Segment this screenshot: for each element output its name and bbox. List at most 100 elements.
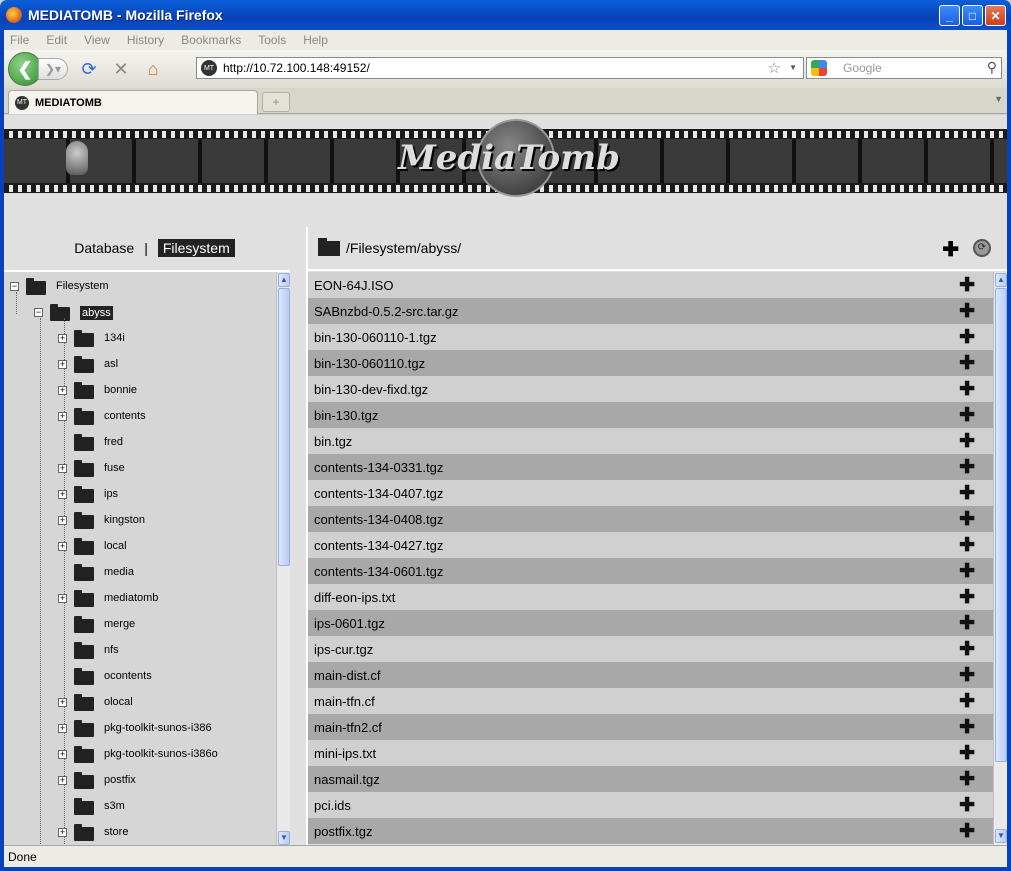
search-bar[interactable]: Google ⚲ (806, 57, 1002, 79)
file-row[interactable]: main-tfn2.cf ✚ (308, 714, 993, 740)
file-row[interactable]: bin-130-dev-fixd.tgz ✚ (308, 376, 993, 402)
expand-toggle-icon[interactable]: + (58, 360, 67, 369)
tree-node[interactable]: + fuse (4, 460, 274, 478)
add-item-icon[interactable]: ✚ (959, 326, 975, 349)
file-scroll-down-icon[interactable]: ▼ (995, 829, 1007, 843)
expand-toggle-icon[interactable]: + (58, 776, 67, 785)
file-scroll-thumb[interactable] (995, 288, 1007, 762)
add-item-icon[interactable]: ✚ (959, 690, 975, 713)
file-row[interactable]: bin-130-060110-1.tgz ✚ (308, 324, 993, 350)
add-item-icon[interactable]: ✚ (959, 586, 975, 609)
add-item-icon[interactable]: ✚ (959, 768, 975, 791)
tree-node[interactable]: + pkg-toolkit-sunos-i386 (4, 720, 274, 738)
tree-node[interactable]: + local (4, 538, 274, 556)
file-row[interactable]: contents-134-0407.tgz ✚ (308, 480, 993, 506)
add-item-icon[interactable]: ✚ (959, 534, 975, 557)
menu-bookmarks[interactable]: Bookmarks (181, 33, 241, 47)
database-view-link[interactable]: Database (74, 240, 134, 256)
menu-help[interactable]: Help (303, 33, 328, 47)
stop-button[interactable]: ✕ (110, 58, 132, 80)
new-tab-button[interactable]: + (262, 92, 290, 112)
url-bar[interactable]: MT http://10.72.100.148:49152/ ☆ ▼ (196, 57, 804, 79)
file-scrollbar[interactable]: ▲ ▼ (993, 272, 1007, 845)
bookmark-star-icon[interactable]: ☆ (768, 59, 781, 77)
tree-node[interactable]: − abyss (4, 304, 274, 322)
file-row[interactable]: mini-ips.txt ✚ (308, 740, 993, 766)
add-item-icon[interactable]: ✚ (959, 274, 975, 297)
filesystem-view-link[interactable]: Filesystem (157, 239, 235, 257)
add-item-icon[interactable]: ✚ (959, 638, 975, 661)
tree-node[interactable]: + store (4, 824, 274, 842)
tree-scroll-thumb[interactable] (278, 288, 290, 566)
expand-toggle-icon[interactable]: + (58, 464, 67, 473)
tab-list-icon[interactable]: ▼ (994, 94, 1003, 104)
file-row[interactable]: contents-134-0601.tgz ✚ (308, 558, 993, 584)
tree-node[interactable]: + bonnie (4, 382, 274, 400)
expand-toggle-icon[interactable]: + (58, 490, 67, 499)
file-row[interactable]: main-tfn.cf ✚ (308, 688, 993, 714)
file-row[interactable]: pci.ids ✚ (308, 792, 993, 818)
add-item-icon[interactable]: ✚ (959, 378, 975, 401)
tree-node[interactable]: + asl (4, 356, 274, 374)
home-button[interactable]: ⌂ (142, 58, 164, 80)
tree-node[interactable]: s3m (4, 798, 274, 816)
expand-toggle-icon[interactable]: − (34, 308, 43, 317)
tree-node[interactable]: + ips (4, 486, 274, 504)
tree-node[interactable]: nfs (4, 642, 274, 660)
add-item-icon[interactable]: ✚ (959, 456, 975, 479)
forward-button[interactable]: ❯▾ (38, 58, 68, 80)
expand-toggle-icon[interactable]: + (58, 542, 67, 551)
add-item-icon[interactable]: ✚ (959, 430, 975, 453)
maximize-button[interactable]: □ (962, 5, 983, 26)
tree-node[interactable]: + kingston (4, 512, 274, 530)
expand-toggle-icon[interactable]: + (58, 724, 67, 733)
file-row[interactable]: bin-130-060110.tgz ✚ (308, 350, 993, 376)
file-row[interactable]: bin-130.tgz ✚ (308, 402, 993, 428)
expand-toggle-icon[interactable]: + (58, 386, 67, 395)
menu-history[interactable]: History (127, 33, 164, 47)
expand-toggle-icon[interactable]: + (58, 828, 67, 837)
file-row[interactable]: postfix.tgz ✚ (308, 818, 993, 844)
reload-button[interactable]: ⟳ (78, 58, 100, 80)
tree-node[interactable]: media (4, 564, 274, 582)
expand-toggle-icon[interactable]: + (58, 594, 67, 603)
add-item-icon[interactable]: ✚ (959, 716, 975, 739)
file-row[interactable]: bin.tgz ✚ (308, 428, 993, 454)
tree-node[interactable]: ocontents (4, 668, 274, 686)
expand-toggle-icon[interactable]: + (58, 412, 67, 421)
add-item-icon[interactable]: ✚ (959, 508, 975, 531)
menu-file[interactable]: File (10, 33, 29, 47)
add-item-icon[interactable]: ✚ (959, 352, 975, 375)
tree-node[interactable]: + olocal (4, 694, 274, 712)
add-autoscan-icon[interactable]: ⟳ (973, 239, 991, 257)
add-item-icon[interactable]: ✚ (959, 742, 975, 765)
back-button[interactable]: ❮ (8, 52, 42, 86)
file-row[interactable]: ips-0601.tgz ✚ (308, 610, 993, 636)
file-row[interactable]: main-dist.cf ✚ (308, 662, 993, 688)
tree-node[interactable]: + contents (4, 408, 274, 426)
menu-edit[interactable]: Edit (46, 33, 67, 47)
tree-scrollbar[interactable]: ▲ ▼ (276, 272, 290, 845)
add-item-icon[interactable]: ✚ (959, 482, 975, 505)
minimize-button[interactable]: _ (939, 5, 960, 26)
file-row[interactable]: contents-134-0408.tgz ✚ (308, 506, 993, 532)
file-row[interactable]: contents-134-0427.tgz ✚ (308, 532, 993, 558)
tree-node[interactable]: + postfix (4, 772, 274, 790)
add-item-icon[interactable]: ✚ (959, 300, 975, 323)
url-dropdown-icon[interactable]: ▼ (789, 63, 797, 72)
tree-scroll-down-icon[interactable]: ▼ (278, 831, 290, 845)
google-engine-icon[interactable] (811, 60, 827, 76)
add-folder-icon[interactable]: ✚ (942, 237, 959, 262)
add-item-icon[interactable]: ✚ (959, 560, 975, 583)
tree-node[interactable]: − Filesystem (4, 278, 274, 296)
tree-node[interactable]: merge (4, 616, 274, 634)
add-item-icon[interactable]: ✚ (959, 820, 975, 843)
expand-toggle-icon[interactable]: + (58, 698, 67, 707)
menu-view[interactable]: View (84, 33, 110, 47)
file-row[interactable]: nasmail.tgz ✚ (308, 766, 993, 792)
tree-node[interactable]: fred (4, 434, 274, 452)
file-row[interactable]: SABnzbd-0.5.2-src.tar.gz ✚ (308, 298, 993, 324)
add-item-icon[interactable]: ✚ (959, 612, 975, 635)
file-row[interactable]: diff-eon-ips.txt ✚ (308, 584, 993, 610)
close-button[interactable]: ✕ (985, 5, 1006, 26)
